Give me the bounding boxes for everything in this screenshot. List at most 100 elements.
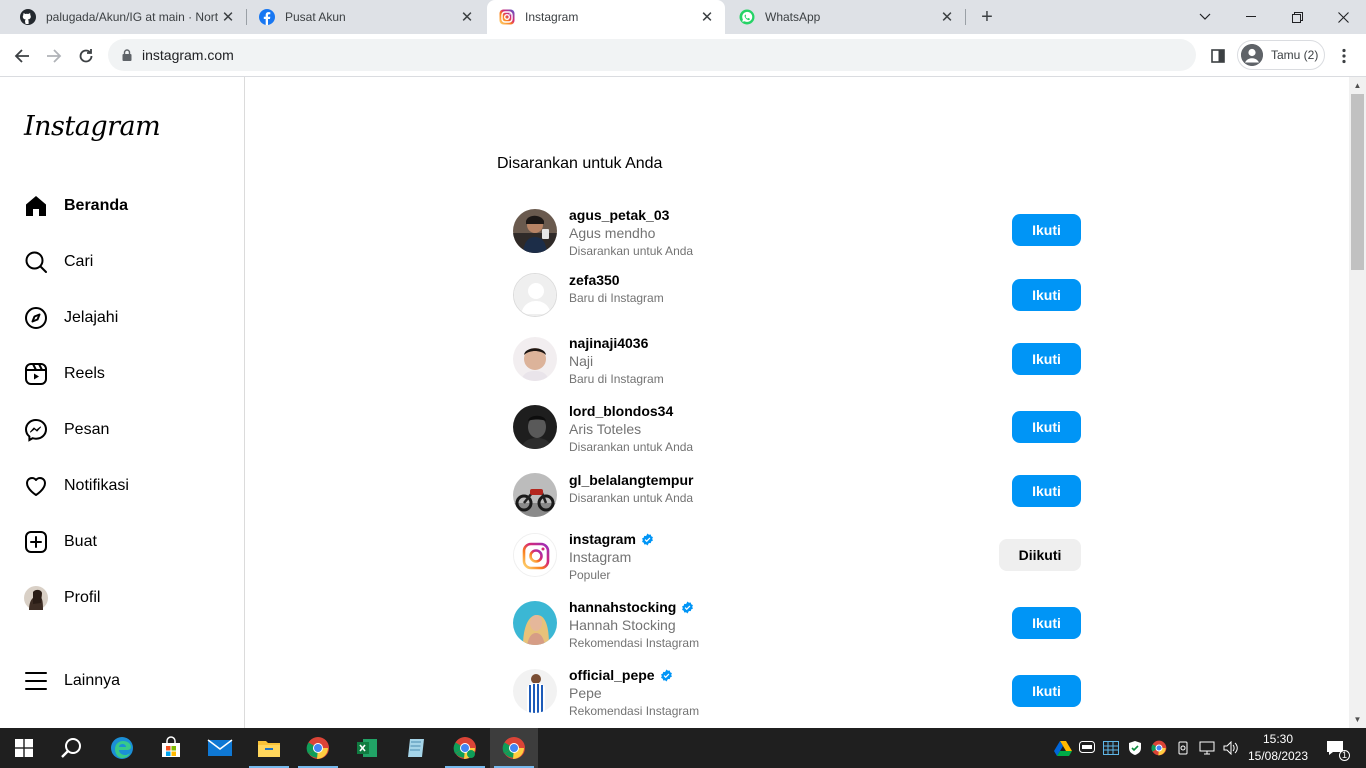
facebook-icon	[259, 9, 275, 25]
edge-icon	[111, 737, 133, 759]
tab-instagram[interactable]: Instagram ✕	[487, 0, 725, 34]
tab-whatsapp[interactable]: WhatsApp ✕	[727, 0, 965, 34]
back-button[interactable]	[8, 42, 36, 70]
notes-app-icon	[408, 739, 424, 757]
taskbar-chrome-2[interactable]	[441, 728, 489, 768]
start-button[interactable]	[0, 728, 48, 768]
nav-item-jelajahi[interactable]: Jelajahi	[12, 296, 232, 340]
page-scrollbar[interactable]: ▲ ▼	[1349, 77, 1366, 728]
follow-button[interactable]: Ikuti	[1012, 675, 1081, 707]
nav-label: Beranda	[64, 197, 129, 214]
shield-icon	[1129, 741, 1141, 755]
guest-avatar-icon	[1241, 44, 1263, 66]
notification-center-button[interactable]: 1	[1320, 728, 1350, 768]
username[interactable]: official_pepe	[569, 667, 673, 683]
username[interactable]: zefa350	[569, 272, 620, 288]
search-icon	[61, 738, 81, 758]
taskbar-chrome[interactable]	[294, 728, 342, 768]
taskbar-app[interactable]	[392, 728, 440, 768]
suggestion-row: agus_petak_03 Agus mendho Disarankan unt…	[513, 205, 1081, 261]
tray-line[interactable]	[1077, 728, 1097, 768]
avatar[interactable]	[513, 209, 557, 253]
profile-avatar	[24, 586, 48, 610]
tray-device[interactable]	[1173, 728, 1193, 768]
instagram-logo[interactable]: Instagram	[24, 111, 161, 142]
tab-pusat-akun[interactable]: Pusat Akun ✕	[247, 0, 485, 34]
avatar[interactable]	[513, 405, 557, 449]
minimize-button[interactable]	[1228, 0, 1274, 34]
menu-icon[interactable]	[1330, 42, 1358, 70]
avatar[interactable]	[513, 473, 557, 517]
nav-item-beranda[interactable]: Beranda	[12, 184, 232, 228]
avatar[interactable]	[513, 273, 557, 317]
reload-button[interactable]	[72, 42, 100, 70]
taskbar-clock[interactable]: 15:30 15/08/2023	[1246, 731, 1310, 765]
nav-label: Reels	[64, 365, 105, 382]
avatar[interactable]	[513, 601, 557, 645]
suggestion-row: gl_belalangtempur Disarankan untuk Anda …	[513, 469, 1081, 525]
nav-item-pesan[interactable]: Pesan	[12, 408, 232, 452]
nav-item-notifikasi[interactable]: Notifikasi	[12, 464, 232, 508]
follow-button[interactable]: Ikuti	[1012, 475, 1081, 507]
avatar[interactable]	[513, 533, 557, 577]
username[interactable]: instagram	[569, 531, 654, 547]
scroll-up-arrow-icon[interactable]: ▲	[1349, 77, 1366, 94]
nav-item-lainnya[interactable]: Lainnya	[12, 659, 232, 703]
side-panel-icon[interactable]	[1204, 42, 1232, 70]
nav-item-cari[interactable]: Cari	[12, 240, 232, 284]
nav-item-reels[interactable]: Reels	[12, 352, 232, 396]
nav-item-buat[interactable]: Buat	[12, 520, 232, 564]
taskbar-store[interactable]	[147, 728, 195, 768]
windows-logo-icon	[15, 739, 33, 757]
taskbar-excel[interactable]	[343, 728, 391, 768]
profile-button[interactable]: Tamu (2)	[1237, 40, 1325, 70]
close-icon[interactable]: ✕	[939, 9, 955, 26]
avatar[interactable]	[513, 669, 557, 713]
taskbar-chrome-active[interactable]	[490, 728, 538, 768]
username[interactable]: lord_blondos34	[569, 403, 673, 419]
follow-button[interactable]: Ikuti	[1012, 343, 1081, 375]
taskbar-file-explorer[interactable]	[245, 728, 293, 768]
whatsapp-icon	[739, 9, 755, 25]
follow-button[interactable]: Ikuti	[1012, 279, 1081, 311]
avatar[interactable]	[513, 337, 557, 381]
close-icon[interactable]: ✕	[699, 9, 715, 26]
verified-badge-icon	[682, 601, 694, 613]
tray-volume[interactable]	[1221, 728, 1241, 768]
tray-google-drive[interactable]	[1053, 728, 1073, 768]
username-text: official_pepe	[569, 667, 655, 683]
tray-network[interactable]	[1197, 728, 1217, 768]
forward-button[interactable]	[40, 42, 68, 70]
tab-search-icon[interactable]	[1182, 0, 1228, 34]
instagram-page: Instagram Beranda Cari Jelajahi Reels Pe…	[0, 77, 1366, 728]
tray-app-2[interactable]	[1101, 728, 1121, 768]
tray-security[interactable]	[1125, 728, 1145, 768]
close-icon[interactable]: ✕	[220, 9, 236, 26]
username[interactable]: najinaji4036	[569, 335, 648, 351]
username-text: instagram	[569, 531, 636, 547]
nav-label: Buat	[64, 533, 97, 550]
new-tab-button[interactable]: +	[975, 5, 999, 29]
close-window-button[interactable]	[1320, 0, 1366, 34]
taskbar-edge[interactable]	[98, 728, 146, 768]
username-text: agus_petak_03	[569, 207, 670, 223]
close-icon[interactable]: ✕	[459, 9, 475, 26]
follow-button[interactable]: Ikuti	[1012, 411, 1081, 443]
tab-github[interactable]: palugada/Akun/IG at main · Nort ✕	[8, 0, 246, 34]
address-bar[interactable]: instagram.com	[108, 39, 1196, 71]
taskbar-search-button[interactable]	[48, 728, 96, 768]
nav-item-profil[interactable]: Profil	[12, 576, 232, 620]
tray-chrome[interactable]	[1149, 728, 1169, 768]
scrollbar-thumb[interactable]	[1351, 94, 1364, 270]
scroll-down-arrow-icon[interactable]: ▼	[1349, 711, 1366, 728]
taskbar-mail[interactable]	[196, 728, 244, 768]
username[interactable]: gl_belalangtempur	[569, 472, 693, 488]
username[interactable]: agus_petak_03	[569, 207, 669, 223]
following-button[interactable]: Diikuti	[999, 539, 1081, 571]
reels-icon	[24, 362, 48, 386]
follow-button[interactable]: Ikuti	[1012, 214, 1081, 246]
username[interactable]: hannahstocking	[569, 599, 694, 615]
chrome-icon	[502, 737, 525, 759]
follow-button[interactable]: Ikuti	[1012, 607, 1081, 639]
restore-button[interactable]	[1274, 0, 1320, 34]
